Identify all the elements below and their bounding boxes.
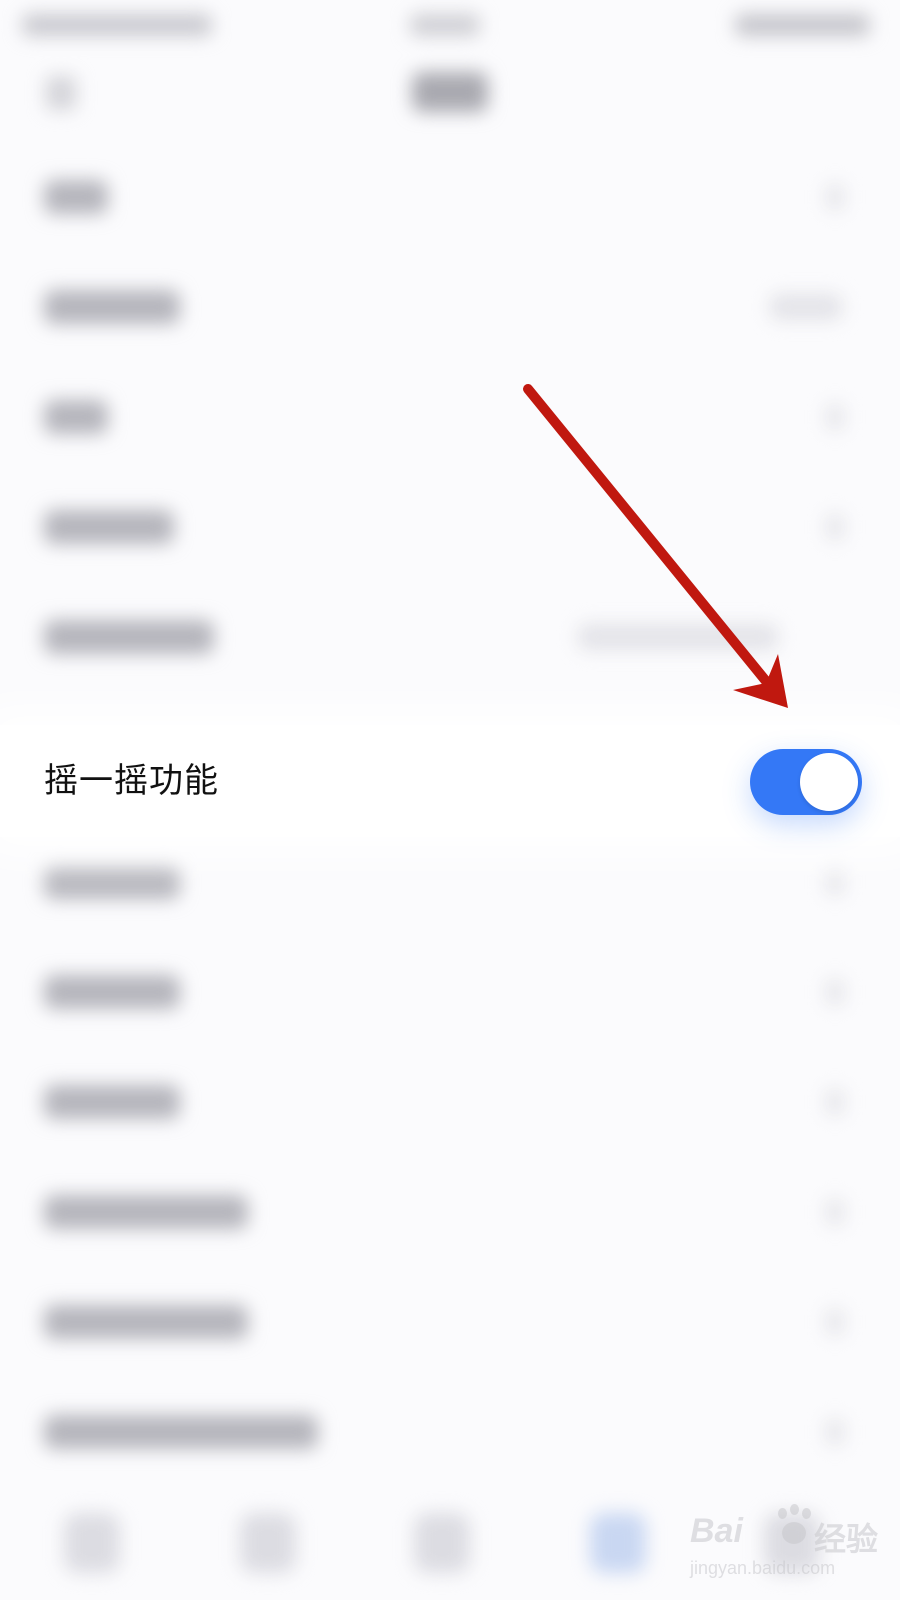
settings-row[interactable] (0, 1155, 900, 1267)
row-label-placeholder (44, 975, 180, 1009)
settings-row[interactable] (0, 470, 900, 582)
row-label-placeholder (44, 180, 108, 214)
tab-icon[interactable] (414, 1513, 470, 1573)
row-label-placeholder (44, 1305, 248, 1339)
row-label-placeholder (44, 1195, 248, 1229)
chevron-right-icon (826, 979, 844, 1005)
watermark-url: jingyan.baidu.com (690, 1558, 836, 1578)
chevron-right-icon (826, 1309, 844, 1335)
status-bar-time-placeholder (410, 14, 480, 36)
row-label-placeholder (44, 865, 180, 899)
chevron-right-icon (826, 184, 844, 210)
status-bar-right-placeholder (735, 14, 870, 36)
settings-row[interactable] (0, 1265, 900, 1377)
tab-icon[interactable] (590, 1513, 646, 1573)
settings-row[interactable] (0, 1045, 900, 1157)
chevron-right-icon (826, 404, 844, 430)
row-value-placeholder (770, 294, 842, 320)
navigation-bar (0, 52, 900, 140)
tab-icon[interactable] (64, 1513, 120, 1573)
settings-screen: 摇一摇功能 Bai 经验 jingyan.baidu.com (0, 0, 900, 1600)
row-label-placeholder (44, 620, 214, 654)
settings-row[interactable] (0, 360, 900, 472)
status-bar (0, 0, 900, 52)
shake-feature-toggle[interactable] (750, 749, 862, 815)
toggle-knob (800, 753, 858, 811)
tab-icon[interactable] (240, 1513, 296, 1573)
watermark-brand-right: 经验 (814, 1520, 879, 1558)
chevron-right-icon (826, 1089, 844, 1115)
paw-icon (774, 1504, 814, 1550)
watermark-brand-left: Bai (690, 1512, 743, 1550)
back-icon[interactable] (46, 76, 76, 110)
status-bar-left-placeholder (22, 14, 212, 36)
settings-row[interactable] (0, 1375, 900, 1487)
row-label-placeholder (44, 1415, 318, 1449)
chevron-right-icon (826, 1199, 844, 1225)
row-label-placeholder (44, 290, 180, 324)
settings-row[interactable] (0, 935, 900, 1047)
settings-row[interactable] (0, 250, 900, 362)
row-label-placeholder (44, 510, 174, 544)
chevron-right-icon (826, 514, 844, 540)
row-label-placeholder (44, 1085, 180, 1119)
settings-row[interactable] (0, 140, 900, 252)
shake-feature-row[interactable]: 摇一摇功能 (0, 725, 900, 837)
chevron-right-icon (826, 1419, 844, 1445)
page-title-placeholder (412, 72, 488, 112)
settings-row[interactable] (0, 825, 900, 937)
row-value-placeholder (578, 624, 778, 650)
shake-feature-label: 摇一摇功能 (44, 761, 219, 801)
baidu-watermark: Bai 经验 jingyan.baidu.com (688, 1502, 888, 1586)
row-label-placeholder (44, 400, 108, 434)
settings-row[interactable] (0, 580, 900, 692)
chevron-right-icon (826, 869, 844, 895)
